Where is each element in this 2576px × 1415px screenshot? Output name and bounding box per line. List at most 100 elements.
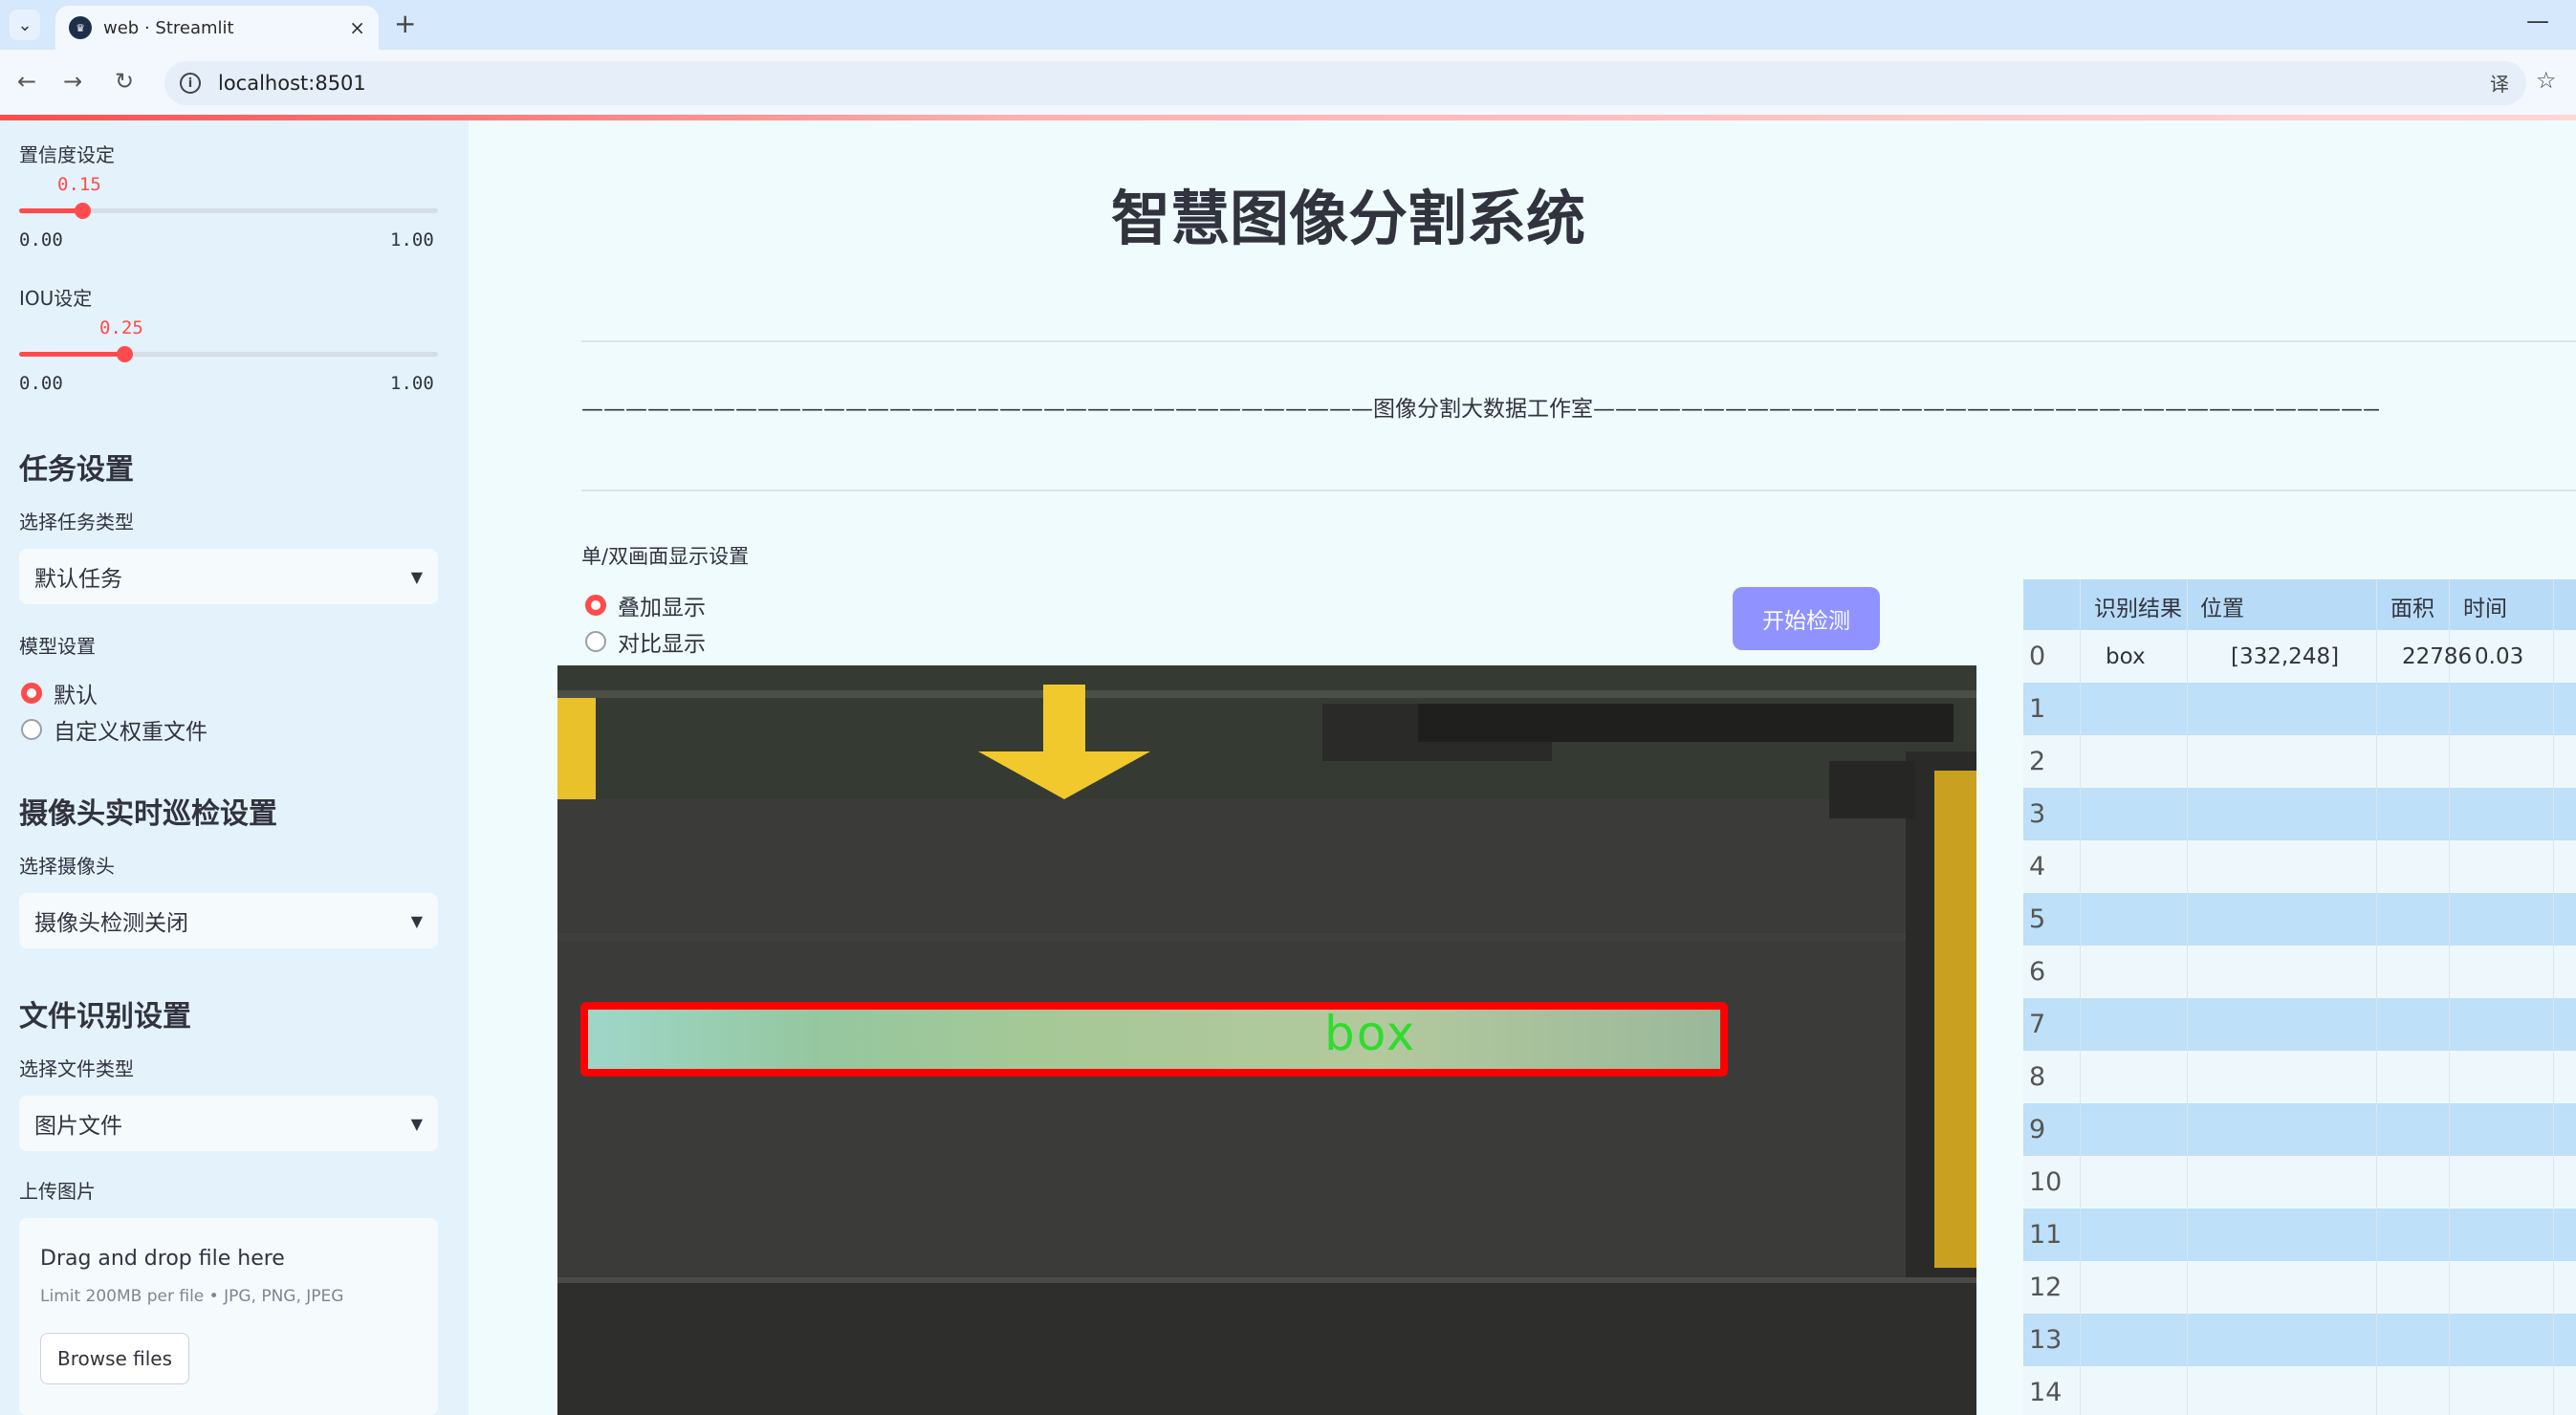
- iou-slider[interactable]: [19, 346, 438, 362]
- table-cell: 2: [2023, 735, 2081, 788]
- table-cell: [2377, 946, 2450, 998]
- minimize-window-icon[interactable]: —: [2526, 8, 2549, 34]
- table-cell: [2450, 893, 2554, 946]
- table-cell: [2081, 1156, 2188, 1208]
- iou-slider-thumb[interactable]: [116, 346, 133, 362]
- table-row[interactable]: 11: [2023, 1208, 2576, 1261]
- table-row[interactable]: 13: [2023, 1314, 2576, 1366]
- table-cell: 0: [2023, 630, 2081, 683]
- table-row[interactable]: 8: [2023, 1051, 2576, 1103]
- table-row[interactable]: 14: [2023, 1366, 2576, 1415]
- table-row[interactable]: 3: [2023, 788, 2576, 840]
- task-type-select[interactable]: 默认任务 ▼: [19, 549, 438, 604]
- close-tab-icon[interactable]: ×: [349, 16, 365, 39]
- reload-icon[interactable]: ↻: [115, 67, 134, 96]
- upload-label: 上传图片: [19, 1180, 96, 1203]
- camera-select[interactable]: 摄像头检测关闭 ▼: [19, 893, 438, 948]
- table-cell: [2081, 788, 2188, 840]
- iou-min: 0.00: [19, 373, 63, 394]
- radio-icon[interactable]: [585, 595, 606, 616]
- table-cell: [2377, 1261, 2450, 1314]
- model-option-custom[interactable]: 自定义权重文件: [21, 713, 207, 746]
- table-row[interactable]: 0 box [332,248] 22786 0.03: [2023, 630, 2576, 683]
- display-mode-label: 单/双画面显示设置: [581, 545, 750, 568]
- table-row[interactable]: 12: [2023, 1261, 2576, 1314]
- table-row[interactable]: 2: [2023, 735, 2576, 788]
- table-cell: [2377, 1051, 2450, 1103]
- table-cell: [2450, 1366, 2554, 1415]
- display-option-overlay[interactable]: 叠加显示: [585, 589, 706, 621]
- table-cell: [2450, 1156, 2554, 1208]
- table-cell: [2187, 1366, 2377, 1415]
- table-cell: [2081, 1103, 2188, 1156]
- start-detection-button[interactable]: 开始检测: [1733, 587, 1880, 650]
- table-cell: [2187, 683, 2377, 735]
- display-option-label: 叠加显示: [618, 596, 706, 620]
- table-cell: [2187, 735, 2377, 788]
- table-row[interactable]: 10: [2023, 1156, 2576, 1208]
- table-row[interactable]: 5: [2023, 893, 2576, 946]
- table-cell: [2081, 683, 2188, 735]
- table-row[interactable]: 7: [2023, 998, 2576, 1051]
- table-row[interactable]: 4: [2023, 840, 2576, 893]
- table-cell: 13: [2023, 1314, 2081, 1366]
- bookmark-star-icon[interactable]: ☆: [2536, 67, 2557, 94]
- table-header-row[interactable]: 识别结果 位置 面积 时间: [2023, 579, 2576, 632]
- table-cell: [2187, 1208, 2377, 1261]
- upload-limit-text: Limit 200MB per file • JPG, PNG, JPEG: [40, 1287, 344, 1306]
- display-option-label: 对比显示: [618, 632, 706, 657]
- table-cell: [2187, 893, 2377, 946]
- table-cell: [2377, 1366, 2450, 1415]
- display-option-compare[interactable]: 对比显示: [585, 625, 706, 658]
- translate-icon[interactable]: 译: [2490, 69, 2509, 97]
- browser-tab[interactable]: ♛ web · Streamlit ×: [55, 6, 379, 50]
- task-type-value: 默认任务: [34, 567, 122, 592]
- upload-dropzone-title: Drag and drop file here: [40, 1247, 285, 1271]
- radio-icon[interactable]: [21, 683, 42, 704]
- site-info-icon[interactable]: i: [180, 73, 201, 94]
- url-field[interactable]: i localhost:8501: [164, 61, 2526, 105]
- new-tab-icon[interactable]: +: [394, 10, 416, 38]
- table-cell: [2450, 840, 2554, 893]
- model-option-default[interactable]: 默认: [21, 677, 98, 709]
- streamlit-favicon-icon: ♛: [69, 16, 92, 39]
- table-cell: [2377, 1208, 2450, 1261]
- radio-icon[interactable]: [585, 631, 606, 652]
- table-row[interactable]: 1: [2023, 683, 2576, 735]
- table-cell: [2081, 735, 2188, 788]
- task-settings-heading: 任务设置: [19, 453, 134, 487]
- table-cell: [2450, 998, 2554, 1051]
- table-cell: [2187, 840, 2377, 893]
- table-cell: [2450, 735, 2554, 788]
- tab-title: web · Streamlit: [103, 17, 234, 38]
- forward-icon[interactable]: →: [63, 67, 82, 96]
- table-cell: [2377, 1103, 2450, 1156]
- table-cell: [2081, 946, 2188, 998]
- model-settings-label: 模型设置: [19, 635, 96, 658]
- radio-icon[interactable]: [21, 719, 42, 740]
- table-cell: [2450, 946, 2554, 998]
- table-header-cell: [2023, 579, 2081, 632]
- results-table[interactable]: 识别结果 位置 面积 时间 0 box [332,248] 22786 0.03 1 2 3 4 5 6 7 8…: [2023, 579, 2576, 1415]
- table-cell: 4: [2023, 840, 2081, 893]
- tab-search-chevron-icon[interactable]: ⌄: [10, 10, 40, 40]
- table-cell: [2081, 1051, 2188, 1103]
- iou-slider-fill: [19, 352, 124, 357]
- table-row[interactable]: 6: [2023, 946, 2576, 998]
- table-cell: [2187, 788, 2377, 840]
- browse-files-button[interactable]: Browse files: [40, 1333, 189, 1384]
- back-icon[interactable]: ←: [17, 67, 36, 96]
- table-cell: [2081, 1314, 2188, 1366]
- table-cell: 0.03: [2450, 630, 2554, 683]
- table-row[interactable]: 9: [2023, 1103, 2576, 1156]
- table-cell: [2187, 998, 2377, 1051]
- table-cell: [2450, 1208, 2554, 1261]
- table-cell: 6: [2023, 946, 2081, 998]
- file-uploader-dropzone[interactable]: Drag and drop file here Limit 200MB per …: [19, 1218, 438, 1415]
- table-cell: 8: [2023, 1051, 2081, 1103]
- table-cell: 11: [2023, 1208, 2081, 1261]
- table-cell: [2377, 735, 2450, 788]
- table-cell: [2450, 1103, 2554, 1156]
- file-type-select[interactable]: 图片文件 ▼: [19, 1096, 438, 1151]
- table-cell: [2187, 1261, 2377, 1314]
